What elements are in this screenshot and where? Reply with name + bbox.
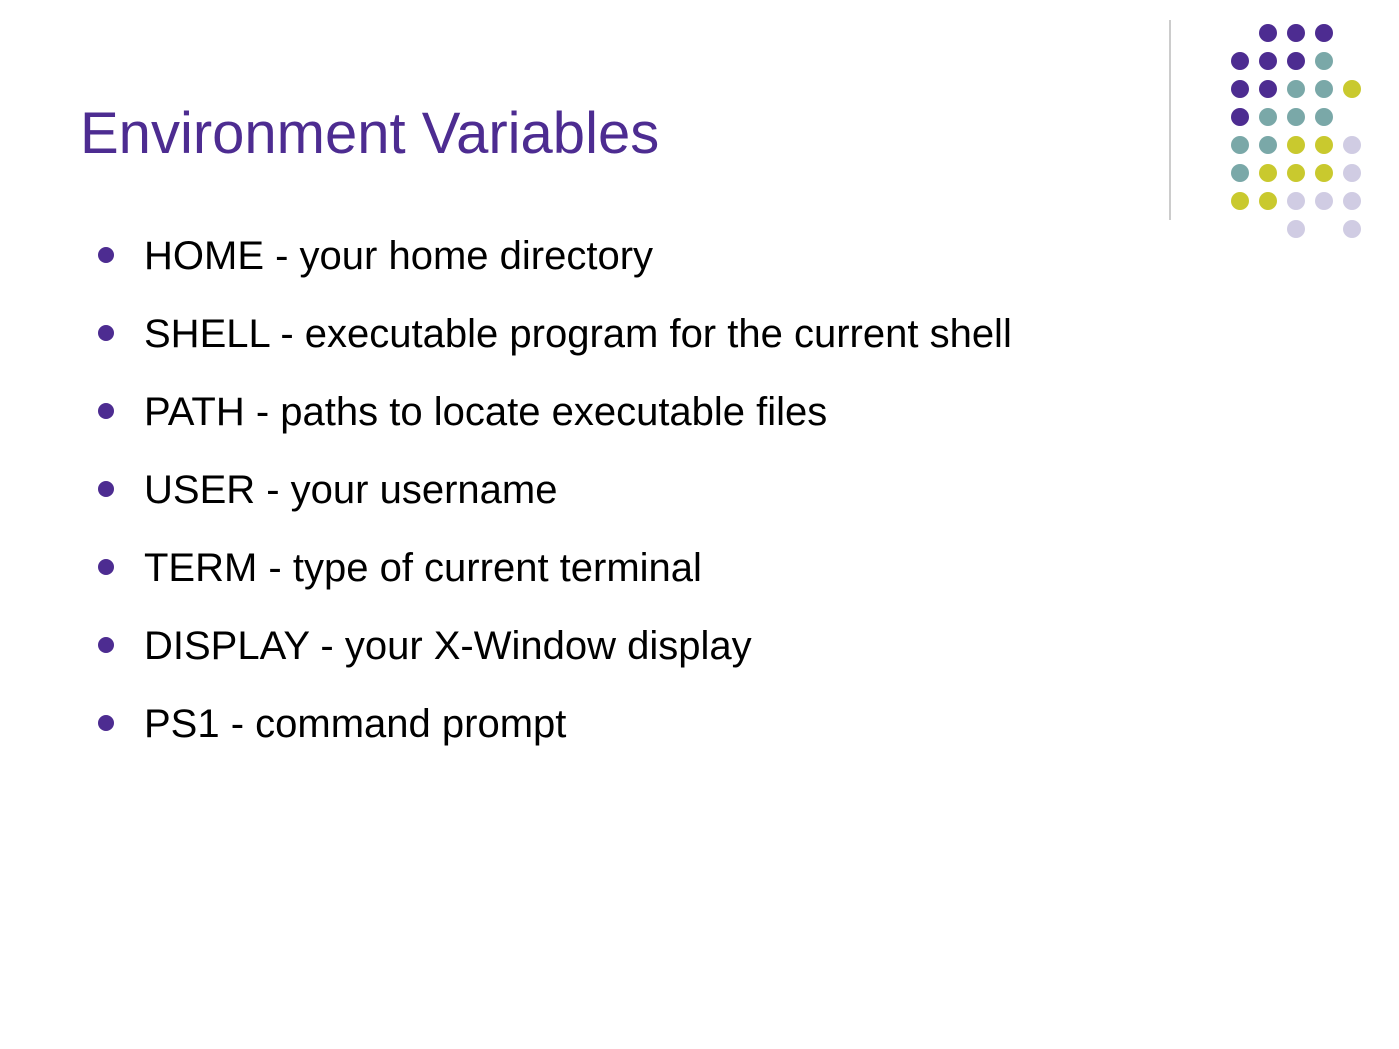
bullet-item: TERM - type of current terminal xyxy=(98,539,1319,597)
slide-title: Environment Variables xyxy=(80,100,1319,167)
bullet-item: DISPLAY - your X-Window display xyxy=(98,617,1319,675)
bullet-item: SHELL - executable program for the curre… xyxy=(98,305,1319,363)
bullet-item: PATH - paths to locate executable files xyxy=(98,383,1319,441)
slide-container: Environment Variables HOME - your home d… xyxy=(0,0,1399,1049)
bullet-list: HOME - your home directory SHELL - execu… xyxy=(80,227,1319,753)
bullet-item: HOME - your home directory xyxy=(98,227,1319,285)
decoration-line xyxy=(1169,20,1171,220)
decoration-dots xyxy=(1169,20,1369,230)
bullet-item: PS1 - command prompt xyxy=(98,695,1319,753)
bullet-item: USER - your username xyxy=(98,461,1319,519)
dot-grid xyxy=(1231,24,1369,246)
